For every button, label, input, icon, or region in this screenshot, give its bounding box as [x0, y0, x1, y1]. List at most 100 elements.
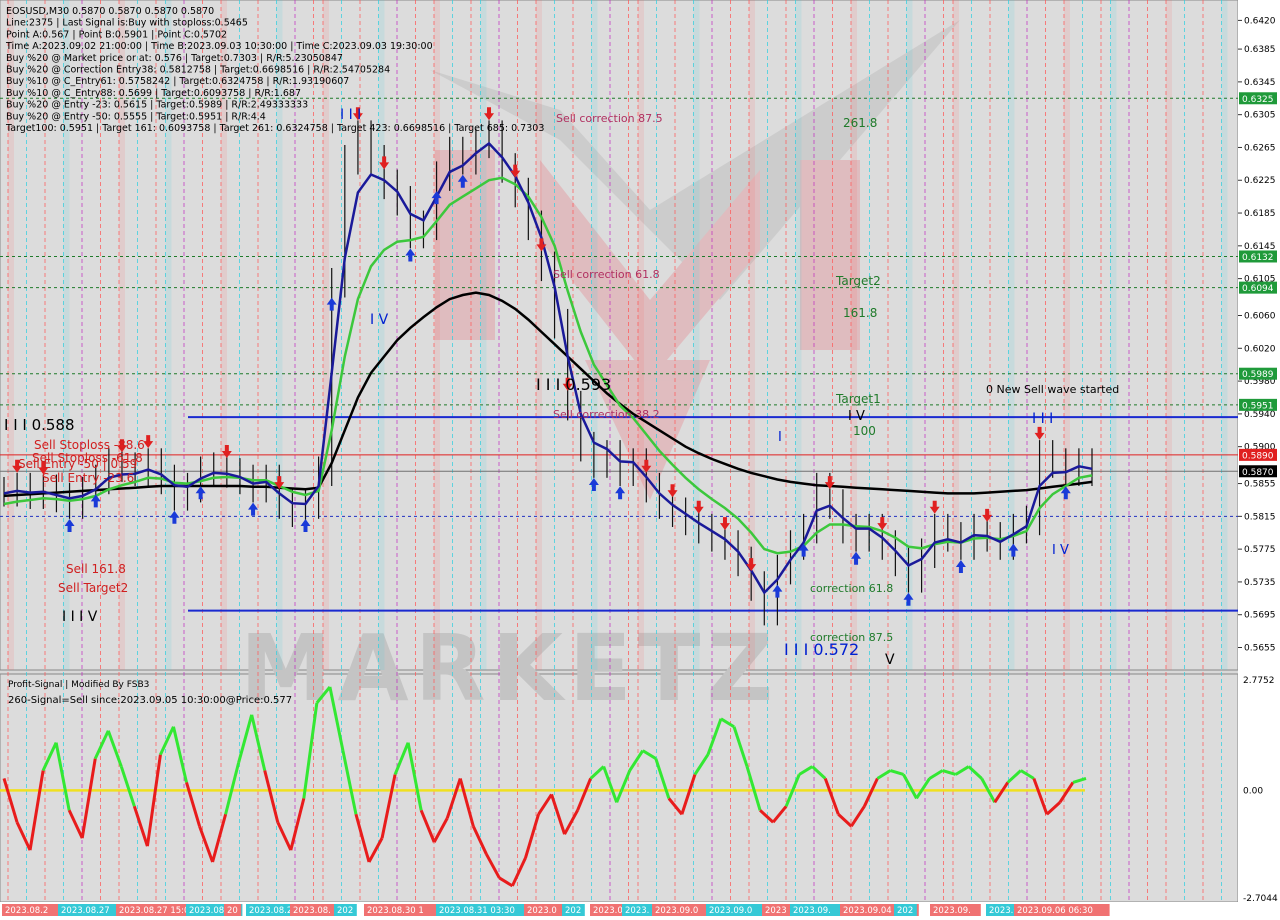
time-label: 2023.08.27 — [61, 906, 110, 916]
price-tick-label: 0.5815 — [1244, 512, 1276, 522]
price-tick-label: 0.6420 — [1244, 16, 1276, 26]
price-tick-label: 0.6020 — [1244, 344, 1276, 354]
time-label: 2023.08.2 — [249, 906, 292, 916]
annotation-label: I I I V — [62, 609, 98, 625]
annotation-label: 0 New Sell wave started — [986, 383, 1119, 396]
price-tick-label: 0.6305 — [1244, 111, 1276, 121]
annotation-label: 261.8 — [843, 116, 877, 130]
annotation-label: I — [778, 430, 782, 445]
time-label: 2023.09.0 — [709, 906, 752, 916]
time-label: 20 — [227, 906, 238, 916]
annotation-label: correction 61.8 — [810, 582, 893, 595]
time-label: 2023.09.0 — [655, 906, 698, 916]
info-line: EOSUSD,M30 0.5870 0.5870 0.5870 0.5870 — [6, 6, 214, 17]
signal-band — [638, 0, 644, 670]
info-line: Buy %10 @ C_Entry88: 0.5699 | Target:0.6… — [6, 88, 301, 99]
annotation-label: Sell Entry -50 | 0.59 — [18, 457, 137, 471]
annotation-label: I V — [848, 409, 865, 424]
info-line: Target100: 0.5951 | Target 161: 0.609375… — [5, 123, 544, 134]
time-label: 2023.08.31 03:30 — [439, 906, 515, 916]
price-tag-label: 0.5989 — [1242, 370, 1274, 380]
info-line: Point A:0.567 | Point B:0.5901 | Point C… — [6, 29, 227, 40]
signal-band — [434, 0, 440, 670]
time-label: 2023.08.2 — [5, 906, 48, 916]
info-line: Buy %20 @ Entry -50: 0.5555 | Target:0.5… — [6, 111, 266, 122]
signal-band — [1221, 0, 1228, 670]
price-tag-label: 0.6325 — [1242, 95, 1274, 105]
price-tick-label: 0.5775 — [1244, 545, 1276, 555]
price-tick-label: 0.6060 — [1244, 312, 1276, 322]
signal-band — [693, 0, 700, 670]
info-line: Buy %20 @ Correction Entry38: 0.5812758 … — [6, 65, 390, 76]
time-label: 202 — [897, 906, 913, 916]
price-tick-label: 0.6225 — [1244, 176, 1276, 186]
annotation-label: Sell 161.8 — [66, 562, 126, 576]
annotation-label: I I I — [1032, 411, 1053, 427]
indicator-axis-label: -2.7044 — [1243, 894, 1278, 904]
signal-band — [1110, 0, 1117, 670]
signal-band — [953, 0, 959, 670]
indicator-signal-text: 260-Signal=Sell since:2023.09.05 10:30:0… — [8, 695, 292, 706]
signal-band — [1166, 0, 1172, 670]
time-label: 202 — [565, 906, 581, 916]
price-tick-label: 0.6385 — [1244, 45, 1276, 55]
price-tick-label: 0.5940 — [1244, 410, 1276, 420]
price-tag-label: 0.5890 — [1242, 451, 1274, 461]
annotation-label: Sell correction 61.8 — [553, 268, 660, 281]
price-tag-label: 0.6132 — [1242, 253, 1274, 263]
time-label: 2023.0 — [527, 906, 557, 916]
signal-band — [480, 0, 487, 670]
price-tick-label: 0.5695 — [1244, 611, 1276, 621]
annotation-label: I I I 0.593 — [536, 375, 611, 394]
price-tick-label: 0.5735 — [1244, 578, 1276, 588]
annotation-label: Sell correction 38.2 — [553, 408, 660, 421]
price-tag-label: 0.5870 — [1242, 468, 1274, 478]
info-line: Buy %20 @ Market price or at: 0.576 | Ta… — [6, 53, 343, 64]
annotation-label: I V — [1052, 543, 1069, 558]
annotation-label: Sell correction 87.5 — [556, 112, 663, 125]
price-tick-label: 0.6185 — [1244, 209, 1276, 219]
time-label: 202 — [337, 906, 353, 916]
signal-band — [906, 0, 913, 670]
signal-band — [851, 0, 857, 670]
price-tick-label: 0.6345 — [1244, 78, 1276, 88]
signal-band — [536, 0, 542, 670]
trading-chart[interactable]: MARKETZ Sell correction 87.5 261.8Sell co… — [0, 0, 1280, 920]
annotation-label: Target1 — [835, 392, 881, 406]
price-tick-label: 0.6265 — [1244, 143, 1276, 153]
annotation-label: I I I — [340, 107, 361, 123]
time-label: 2023.09.06 06:30 — [1017, 906, 1093, 916]
annotation-label: Target2 — [835, 274, 881, 288]
indicator-axis-label: 0.00 — [1243, 786, 1263, 796]
price-tick-label: 0.6145 — [1244, 242, 1276, 252]
time-label: 2023.08.30 1 — [367, 906, 424, 916]
annotation-label: 161.8 — [843, 306, 877, 320]
info-line: Line:2375 | Last Signal is:Buy with stop… — [6, 18, 248, 29]
info-line: Buy %10 @ C_Entry61: 0.5758242 | Target:… — [6, 76, 349, 87]
annotation-label: Sell Stoploss -88.6 — [34, 438, 145, 452]
indicator-axis-label: 2.7752 — [1243, 676, 1275, 686]
time-label: 2023.09. — [933, 906, 971, 916]
time-label: 2023. — [625, 906, 649, 916]
indicator-title: Profit-Signal | Modified By FSB3 — [8, 680, 149, 690]
signal-band — [378, 0, 385, 670]
time-label: 2023.09. — [793, 906, 831, 916]
signal-band — [323, 0, 329, 670]
price-tag-label: 0.5951 — [1242, 401, 1274, 411]
time-axis: 2023.08.2 2023.08.27 2023.08.27 15:0 2023.0… — [2, 904, 1110, 916]
time-label: 2023 — [765, 906, 787, 916]
annotation-label: Sell Target2 — [58, 581, 128, 595]
signal-band — [1064, 0, 1070, 670]
time-label: 2023.08. — [293, 906, 331, 916]
signal-band — [795, 0, 802, 670]
info-line: Time A:2023.09.02 21:00:00 | Time B:2023… — [5, 41, 433, 52]
signal-band — [1008, 0, 1015, 670]
annotation-label: I V — [370, 312, 389, 328]
annotation-label: 100 — [853, 424, 876, 438]
annotation-label: I I I 0.572 — [784, 640, 859, 659]
price-tick-label: 0.5655 — [1244, 644, 1276, 654]
price-tick-label: 0.5855 — [1244, 480, 1276, 490]
info-line: Buy %20 @ Entry -23: 0.5615 | Target:0.5… — [6, 100, 308, 111]
price-tag-label: 0.6094 — [1242, 284, 1274, 294]
signal-band — [591, 0, 598, 670]
